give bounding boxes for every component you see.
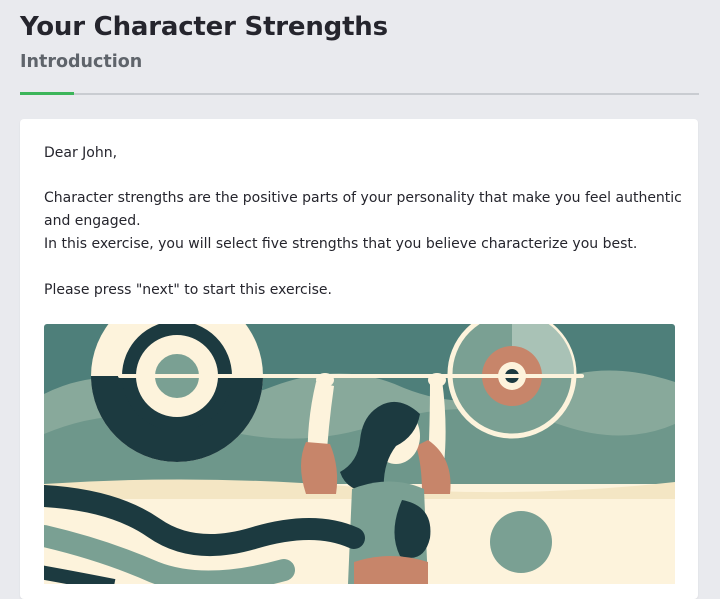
- intro-card: Dear John, Character strengths are the p…: [20, 119, 698, 599]
- ground-circle: [490, 511, 552, 573]
- left-arm-sleeve: [301, 442, 338, 494]
- left-hand: [316, 373, 334, 387]
- right-hand: [428, 373, 446, 387]
- weightlifter-illustration: [44, 324, 675, 584]
- section-subtitle: Introduction: [20, 52, 143, 72]
- barbell-bar: [118, 374, 584, 378]
- progress-bar: [20, 92, 699, 95]
- waistband: [354, 556, 428, 584]
- intro-paragraph: Character strengths are the positive par…: [44, 190, 682, 229]
- progress-bar-fill: [20, 92, 75, 95]
- greeting-text: Dear John,: [44, 145, 118, 161]
- instruction-text: Please press "next" to start this exerci…: [44, 282, 332, 298]
- weightlifter-artwork: [44, 324, 675, 584]
- page-title: Your Character Strengths: [20, 12, 388, 42]
- exercise-description: In this exercise, you will select five s…: [44, 236, 638, 252]
